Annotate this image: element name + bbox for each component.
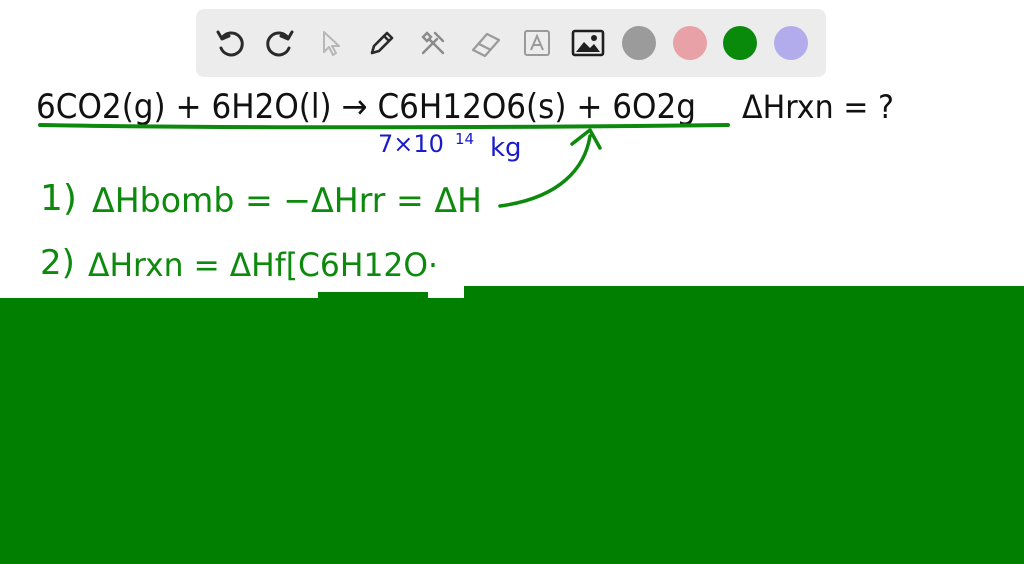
redo-icon[interactable] [262, 25, 298, 61]
color-swatch-pink[interactable] [673, 26, 707, 60]
pen-icon[interactable] [364, 25, 400, 61]
delta-h-rxn-question: ΔHrxn = ? [742, 88, 894, 126]
step2-number: 2) [40, 243, 75, 283]
green-fill-region-right [464, 286, 1024, 300]
green-arrow-head [570, 128, 602, 150]
text-box-icon[interactable] [519, 25, 555, 61]
step1-number: 1) [40, 178, 77, 219]
mass-exponent: 14 [455, 130, 474, 148]
green-fill-region-left [0, 298, 1024, 564]
undo-icon[interactable] [212, 25, 248, 61]
mass-unit: kg [490, 133, 522, 163]
equation-text: 6CO2(g) + 6H2O(l) → C6H12O6(s) + 6O2g [36, 87, 696, 127]
mass-note: 7×10 [378, 130, 444, 158]
step2-text: ΔHrxn = ΔHf[C6H12O· [88, 246, 438, 284]
color-swatch-green[interactable] [723, 26, 757, 60]
whiteboard-canvas[interactable]: 6CO2(g) + 6H2O(l) → C6H12O6(s) + 6O2g ΔH… [0, 78, 1024, 288]
tools-icon[interactable] [415, 25, 451, 61]
drawing-toolbar [196, 9, 826, 77]
eraser-icon[interactable] [468, 25, 504, 61]
green-fill-notch [318, 292, 428, 300]
color-swatch-lavender[interactable] [774, 26, 808, 60]
color-swatch-gray[interactable] [622, 26, 656, 60]
step1-text: ΔHbomb = −ΔHrr = ΔH [92, 181, 482, 221]
image-icon[interactable] [570, 25, 606, 61]
green-underline [38, 123, 730, 130]
select-pointer-icon[interactable] [313, 25, 349, 61]
